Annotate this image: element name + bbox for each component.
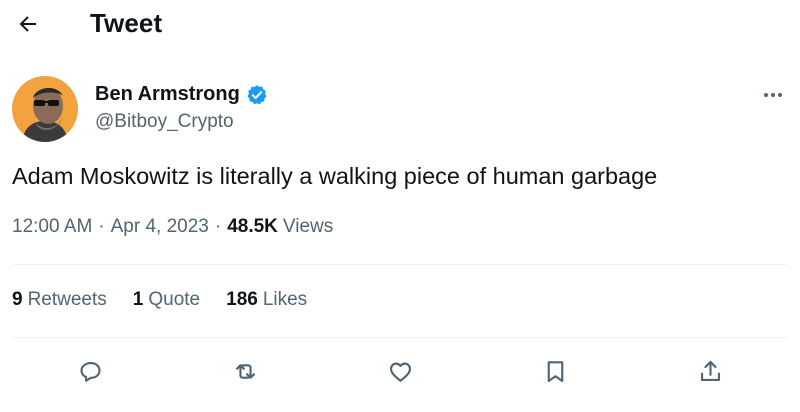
arrow-left-icon [19, 16, 36, 32]
views-count: 48.5K [227, 216, 278, 237]
retweets-label: Retweets [27, 289, 107, 310]
quotes-stat[interactable]: 1 Quote [133, 289, 200, 311]
share-button[interactable] [693, 354, 727, 388]
user-handle[interactable]: @Bitboy_Crypto [95, 111, 268, 133]
avatar-image [12, 76, 78, 142]
tweet-time[interactable]: 12:00 AM [12, 216, 92, 238]
avatar[interactable] [12, 76, 78, 142]
tweet-text: Adam Moskowitz is literally a walking pi… [12, 163, 658, 189]
page-title: Tweet [90, 8, 163, 38]
tweet-meta: 12:00 AM · Apr 4, 2023 · 48.5K Views [12, 216, 333, 238]
views-label: Views [282, 216, 334, 237]
like-icon [389, 362, 411, 382]
verified-badge-icon[interactable] [246, 84, 268, 106]
more-button[interactable] [756, 80, 790, 110]
like-button[interactable] [383, 354, 417, 388]
reply-icon [79, 361, 101, 382]
likes-label: Likes [262, 289, 308, 310]
meta-separator: · [98, 216, 105, 237]
likes-count: 186 [226, 289, 258, 310]
meta-separator: · [214, 216, 222, 237]
more-horizontal-icon [764, 93, 782, 97]
back-button[interactable] [12, 8, 44, 40]
reply-button[interactable] [73, 354, 107, 388]
retweets-stat[interactable]: 9 Retweets [12, 289, 107, 311]
retweets-count: 9 [12, 289, 23, 310]
bookmark-icon [547, 360, 563, 382]
divider [12, 337, 788, 338]
retweet-icon [235, 363, 255, 379]
top-bar: Tweet [0, 0, 800, 52]
display-name[interactable]: Ben Armstrong [95, 83, 240, 106]
quotes-count: 1 [132, 289, 144, 310]
bookmark-button[interactable] [538, 354, 572, 388]
tweet-date[interactable]: Apr 4, 2023 [111, 216, 209, 238]
engagement-stats: 9 Retweets 1 Quote 186 Likes [12, 289, 333, 311]
share-icon [700, 360, 720, 381]
divider [12, 264, 788, 265]
name-row: Ben Armstrong [95, 83, 268, 106]
retweet-button[interactable] [228, 354, 262, 388]
likes-stat[interactable]: 186 Likes [226, 289, 307, 311]
author-block: Ben Armstrong @Bitboy_Crypto [95, 83, 268, 133]
quotes-label: Quote [148, 289, 201, 310]
